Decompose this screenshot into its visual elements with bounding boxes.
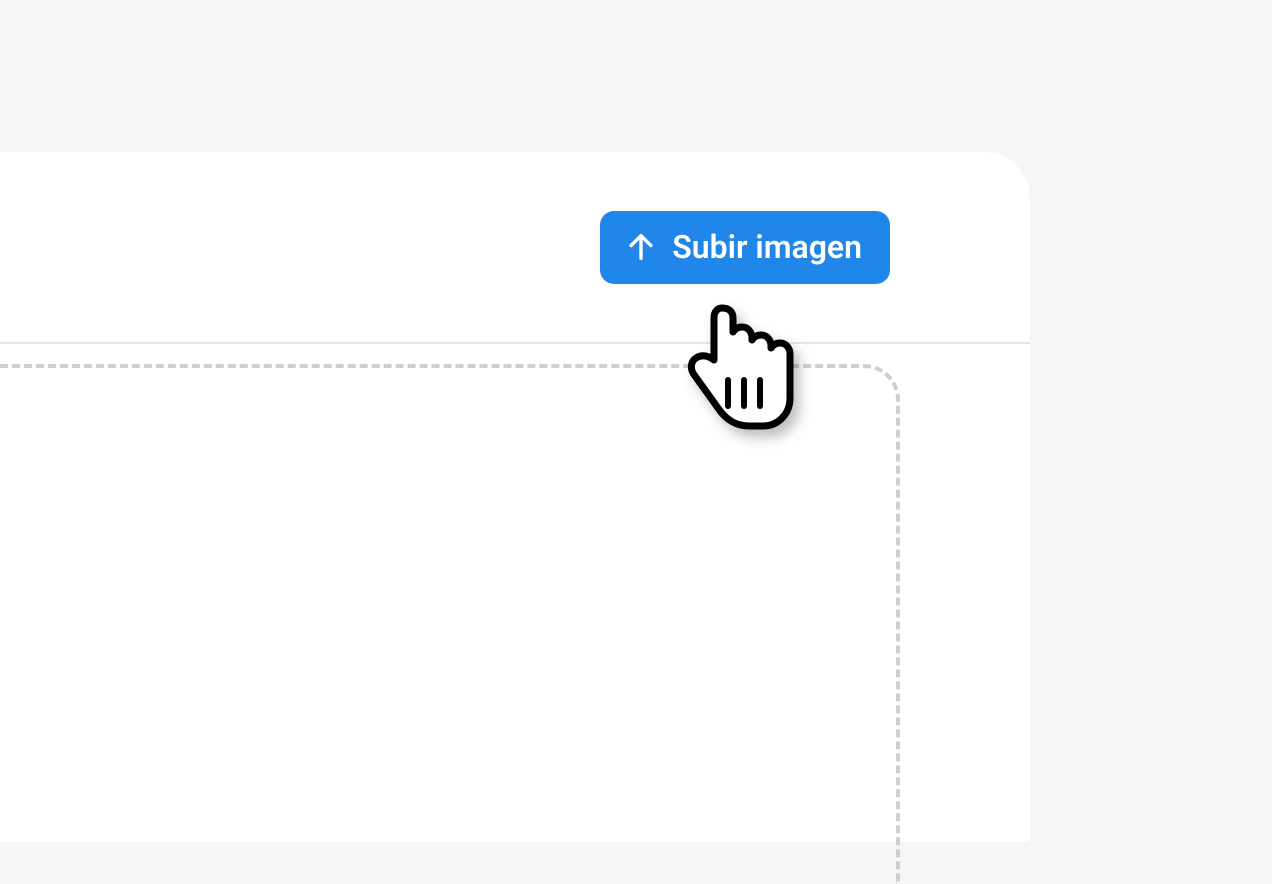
upload-image-button[interactable]: Subir imagen — [600, 211, 890, 284]
panel-header: Subir imagen — [0, 152, 1030, 344]
dropzone-wrapper — [0, 344, 1030, 884]
upload-panel: Subir imagen — [0, 152, 1030, 842]
arrow-up-icon — [624, 230, 658, 264]
upload-button-label: Subir imagen — [672, 228, 862, 266]
image-dropzone[interactable] — [0, 364, 900, 884]
